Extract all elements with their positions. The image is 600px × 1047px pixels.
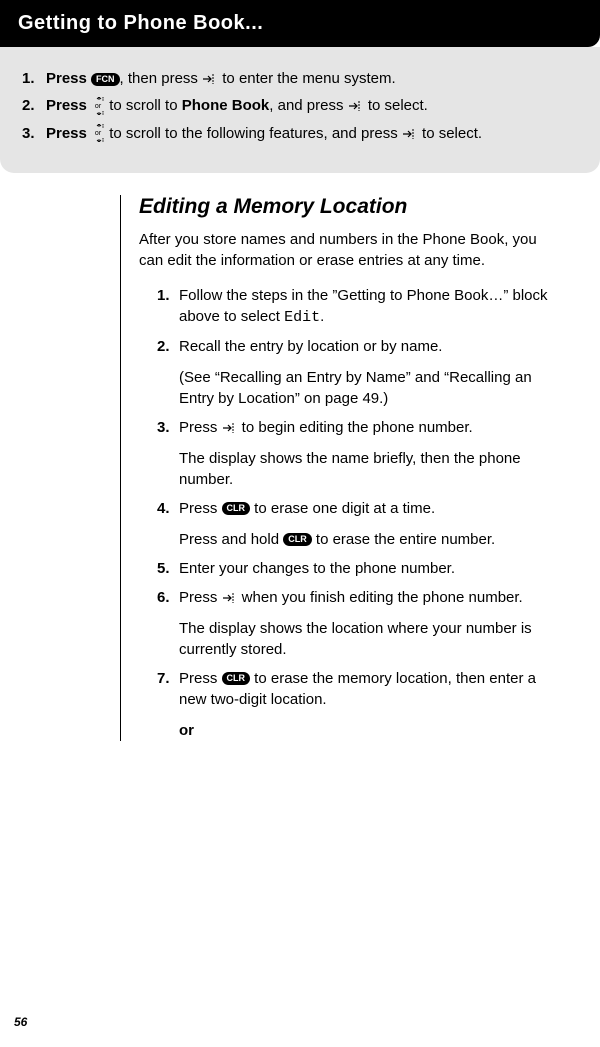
getting-to-phonebook-box: 1. Press FCN, then press to enter the me… <box>0 47 600 173</box>
step-2-num: 2. <box>157 336 179 409</box>
right-arrow-icon <box>402 128 418 140</box>
grey-step-3-num: 3. <box>22 122 46 145</box>
step-7-or: or <box>179 720 560 741</box>
fcn-key-icon: FCN <box>91 73 120 86</box>
header-bar: Getting to Phone Book... <box>0 0 600 47</box>
page-number: 56 <box>14 1015 27 1029</box>
clr-key-icon: CLR <box>283 533 312 546</box>
header-title: Getting to Phone Book... <box>18 12 263 34</box>
grey-step-3-text: Press or to scroll to the following feat… <box>46 122 578 145</box>
step-6-text-a: Press <box>179 589 222 606</box>
step-1-body: Follow the steps in the ”Getting to Phon… <box>179 285 560 328</box>
grey-step-1-text: Press FCN, then press to enter the menu … <box>46 67 578 90</box>
press-label: Press <box>46 125 91 142</box>
step-6: 6. Press when you finish editing the pho… <box>157 587 560 660</box>
step-6-text-b: when you finish editing the phone number… <box>238 589 523 606</box>
grey-step-2: 2. Press or to scroll to Phone Book, and… <box>22 94 578 117</box>
grey-step-2-tail: to select. <box>364 97 428 114</box>
section-intro: After you store names and numbers in the… <box>139 229 560 271</box>
grey-step-1-tail: to enter the menu system. <box>218 70 396 87</box>
grey-step-2-text: Press or to scroll to Phone Book, and pr… <box>46 94 578 117</box>
step-4-text-a: Press <box>179 500 222 517</box>
step-3-sub: The display shows the name briefly, then… <box>179 448 560 490</box>
right-arrow-icon <box>348 100 364 112</box>
grey-step-3: 3. Press or to scroll to the following f… <box>22 122 578 145</box>
press-label: Press <box>46 70 91 87</box>
step-4-sub-a: Press and hold <box>179 531 283 548</box>
grey-step-3-tail: to select. <box>418 125 482 142</box>
step-7: 7. Press CLR to erase the memory locatio… <box>157 668 560 741</box>
step-3-body: Press to begin editing the phone number.… <box>179 417 560 490</box>
up-or-down-icon: or <box>91 123 105 144</box>
grey-step-1-num: 1. <box>22 67 46 90</box>
up-or-down-icon: or <box>91 96 105 117</box>
step-7-text-a: Press <box>179 670 222 687</box>
section-title: Editing a Memory Location <box>139 195 560 219</box>
step-1-text-b: . <box>320 308 324 325</box>
grey-step-2-mid1: to scroll to <box>105 97 182 114</box>
step-2: 2. Recall the entry by location or by na… <box>157 336 560 409</box>
step-4-sub-b: to erase the entire number. <box>312 531 495 548</box>
press-label: Press <box>46 97 91 114</box>
edit-mono: Edit <box>284 309 320 326</box>
step-3-num: 3. <box>157 417 179 490</box>
step-4-num: 4. <box>157 498 179 550</box>
step-4-sub: Press and hold CLR to erase the entire n… <box>179 529 560 550</box>
grey-step-3-mid: to scroll to the following features, and… <box>105 125 402 142</box>
step-2-body: Recall the entry by location or by name.… <box>179 336 560 409</box>
or-label: or <box>95 130 101 137</box>
step-6-sub: The display shows the location where you… <box>179 618 560 660</box>
right-arrow-icon <box>222 592 238 604</box>
step-2-text: Recall the entry by location or by name. <box>179 338 442 355</box>
main-content: Editing a Memory Location After you stor… <box>120 195 560 741</box>
step-7-body: Press CLR to erase the memory location, … <box>179 668 560 741</box>
step-7-num: 7. <box>157 668 179 741</box>
step-5: 5. Enter your changes to the phone numbe… <box>157 558 560 579</box>
step-5-text: Enter your changes to the phone number. <box>179 560 455 577</box>
or-label: or <box>95 103 101 110</box>
step-6-body: Press when you finish editing the phone … <box>179 587 560 660</box>
grey-step-1: 1. Press FCN, then press to enter the me… <box>22 67 578 90</box>
step-4-text-b: to erase one digit at a time. <box>250 500 435 517</box>
step-1-num: 1. <box>157 285 179 328</box>
step-6-num: 6. <box>157 587 179 660</box>
step-1: 1. Follow the steps in the ”Getting to P… <box>157 285 560 328</box>
step-5-num: 5. <box>157 558 179 579</box>
clr-key-icon: CLR <box>222 502 251 515</box>
grey-step-1-mid: , then press <box>120 70 203 87</box>
grey-step-2-mid2: , and press <box>269 97 347 114</box>
clr-key-icon: CLR <box>222 672 251 685</box>
step-3-text-b: to begin editing the phone number. <box>238 419 473 436</box>
step-5-body: Enter your changes to the phone number. <box>179 558 560 579</box>
step-2-sub: (See “Recalling an Entry by Name” and “R… <box>179 367 560 409</box>
right-arrow-icon <box>202 73 218 85</box>
step-3-text-a: Press <box>179 419 222 436</box>
grey-step-2-num: 2. <box>22 94 46 117</box>
step-3: 3. Press to begin editing the phone numb… <box>157 417 560 490</box>
step-4-body: Press CLR to erase one digit at a time. … <box>179 498 560 550</box>
phonebook-bold: Phone Book <box>182 97 270 114</box>
step-1-text-a: Follow the steps in the ”Getting to Phon… <box>179 287 548 325</box>
right-arrow-icon <box>222 422 238 434</box>
step-4: 4. Press CLR to erase one digit at a tim… <box>157 498 560 550</box>
